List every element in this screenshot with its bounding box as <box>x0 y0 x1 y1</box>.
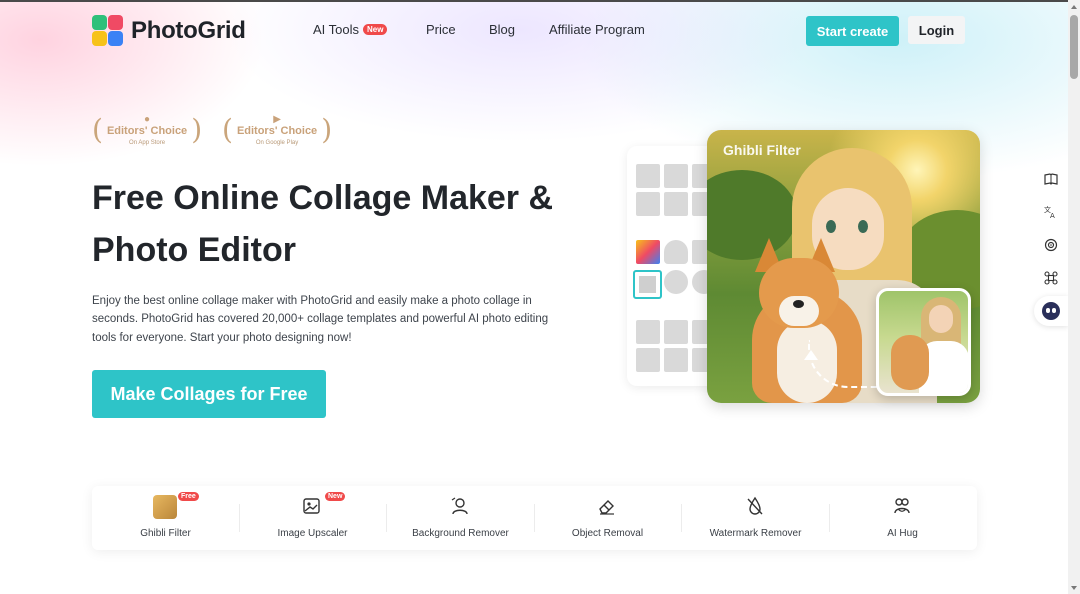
laurel-right-icon: ) <box>321 113 333 146</box>
tool-label: Watermark Remover <box>709 528 802 539</box>
tree-shape <box>707 170 797 260</box>
scroll-up-icon[interactable] <box>1071 5 1077 9</box>
template-thumb[interactable] <box>636 348 660 372</box>
award-google-play: ( ▶ Editors' Choice On Google Play ) <box>222 110 332 150</box>
hug-icon <box>891 496 913 518</box>
login-button[interactable]: Login <box>908 16 965 44</box>
tool-label: Image Upscaler <box>277 528 348 539</box>
ghibli-filter-label: Ghibli Filter <box>723 142 801 158</box>
page-title-line-2: Photo Editor <box>92 231 296 269</box>
tool-image-upscaler[interactable]: New Image Upscaler <box>239 486 386 550</box>
command-icon[interactable] <box>1034 263 1068 293</box>
original-photo-thumb <box>876 288 971 396</box>
tool-label: Object Removal <box>571 528 644 539</box>
template-thumb[interactable] <box>664 320 688 344</box>
svg-text:A: A <box>1050 212 1055 219</box>
brand-logo[interactable]: PhotoGrid <box>92 15 246 46</box>
scroll-thumb[interactable] <box>1070 15 1078 79</box>
tool-label: Ghibli Filter <box>140 528 191 539</box>
person-cutout-icon <box>449 496 471 518</box>
tool-background-remover[interactable]: Background Remover <box>387 486 534 550</box>
illustration-dog-nose <box>793 300 804 308</box>
tool-label: Background Remover <box>412 528 509 539</box>
nav-item-affiliate[interactable]: Affiliate Program <box>549 22 645 37</box>
translate-icon[interactable]: 文A <box>1034 197 1068 227</box>
hero-description: Enjoy the best online collage maker with… <box>92 295 549 344</box>
free-badge: Free <box>178 492 199 501</box>
template-thumb[interactable] <box>664 164 688 188</box>
laurel-left-icon: ( <box>92 113 103 146</box>
nav-item-price[interactable]: Price <box>426 22 456 37</box>
broadcast-icon[interactable] <box>1034 230 1068 260</box>
scroll-down-icon[interactable] <box>1071 586 1077 590</box>
page-title: Free Online Collage Maker & Photo Editor <box>92 172 612 276</box>
template-thumb[interactable] <box>636 192 660 216</box>
site-header: PhotoGrid AI Tools New Price Blog Affilia… <box>0 0 1068 62</box>
arrow-head-icon <box>804 350 818 360</box>
photogrid-logo-icon <box>92 15 123 46</box>
nav-item-ai-tools[interactable]: AI Tools New <box>313 22 388 37</box>
award-subtitle: On App Store <box>129 140 166 146</box>
template-thumb[interactable] <box>636 320 660 344</box>
eraser-icon <box>596 496 618 518</box>
award-app-store: ( ● Editors' Choice On App Store ) <box>92 110 202 150</box>
template-thumb[interactable] <box>664 192 688 216</box>
ghibli-thumb-icon <box>153 495 177 519</box>
template-thumb[interactable] <box>636 164 660 188</box>
laurel-right-icon: ) <box>191 113 203 146</box>
heart-shape-thumb[interactable] <box>664 240 688 264</box>
nav-item-label: AI Tools <box>313 22 360 37</box>
brand-name: PhotoGrid <box>131 16 246 44</box>
assistant-avatar-icon[interactable] <box>1034 296 1068 326</box>
template-thumb[interactable] <box>664 348 688 372</box>
google-play-icon: ▶ <box>273 114 281 125</box>
cloud-shape-thumb[interactable] <box>664 270 688 294</box>
tool-ai-hug[interactable]: AI Hug <box>829 486 976 550</box>
new-badge: New <box>325 492 346 501</box>
nav-item-blog[interactable]: Blog <box>489 22 515 37</box>
tool-object-removal[interactable]: Object Removal <box>534 486 681 550</box>
page-title-line-1: Free Online Collage Maker & <box>92 179 554 217</box>
page-scrollbar[interactable] <box>1068 0 1080 594</box>
start-create-button[interactable]: Start create <box>806 16 899 46</box>
award-subtitle: On Google Play <box>255 140 299 146</box>
tool-ghibli-filter[interactable]: Free Ghibli Filter <box>92 486 239 550</box>
new-badge: New <box>363 24 388 35</box>
ai-tools-bar: Free Ghibli Filter New Image Upscaler Ba… <box>92 486 977 550</box>
award-title: Editors' Choice <box>236 125 318 137</box>
sticker-thumb[interactable] <box>636 240 660 264</box>
window-top-border <box>0 0 1080 2</box>
make-collages-button[interactable]: Make Collages for Free <box>92 370 326 418</box>
book-icon[interactable] <box>1034 164 1068 194</box>
laurel-left-icon: ( <box>222 113 233 146</box>
selected-template-thumb[interactable] <box>633 270 662 299</box>
image-upscale-icon <box>301 496 323 518</box>
tool-label: AI Hug <box>887 528 918 539</box>
tool-watermark-remover[interactable]: Watermark Remover <box>682 486 829 550</box>
watermark-off-icon <box>744 496 766 518</box>
award-title: Editors' Choice <box>106 125 188 137</box>
apple-icon: ● <box>144 114 151 125</box>
